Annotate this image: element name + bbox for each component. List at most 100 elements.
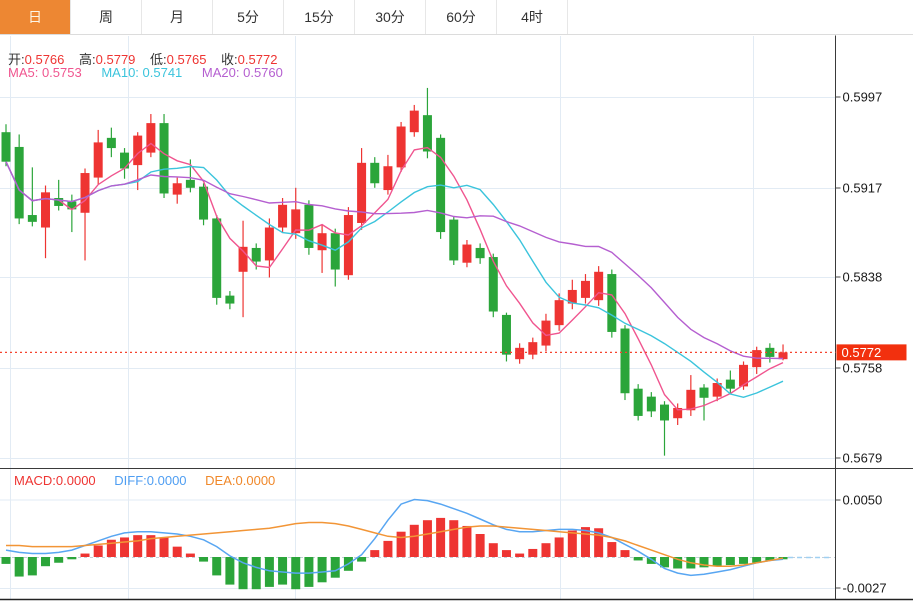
macd-histogram-bar xyxy=(620,550,630,557)
candle-body xyxy=(554,300,564,326)
candle-body xyxy=(660,404,669,421)
macd-histogram-bar xyxy=(554,537,564,557)
candle-body xyxy=(41,192,51,228)
candle-body xyxy=(264,227,274,261)
dea-value: DEA:0.0000 xyxy=(205,473,276,488)
candle-body xyxy=(80,173,90,213)
macd-histogram-bar xyxy=(159,537,169,557)
candle-body xyxy=(699,387,709,398)
macd-histogram-bar xyxy=(541,543,551,557)
ma5-value: MA5: 0.5753 xyxy=(8,65,82,80)
candle-body xyxy=(409,110,419,133)
candle-body xyxy=(501,314,511,355)
macd-histogram-bar xyxy=(27,557,37,576)
candle-body xyxy=(172,183,182,195)
candle-body xyxy=(620,328,630,394)
macd-histogram-bar xyxy=(488,543,498,557)
candle-body xyxy=(93,142,103,178)
macd-histogram-bar xyxy=(422,520,432,557)
candle-body xyxy=(330,233,340,270)
macd-histogram-bar xyxy=(330,557,340,578)
candle-body xyxy=(370,162,380,184)
macd-histogram-bar xyxy=(80,553,90,557)
macd-histogram-bar xyxy=(475,534,485,557)
macd-histogram-bar xyxy=(41,557,51,567)
candle-body xyxy=(251,247,261,262)
macd-histogram-bar xyxy=(396,531,406,557)
ma-legend: MA5: 0.5753 MA10: 0.5741 MA20: 0.5760 xyxy=(8,65,283,80)
macd-histogram-bar xyxy=(317,557,327,583)
macd-histogram-bar xyxy=(607,542,617,557)
macd-histogram-bar xyxy=(212,557,222,576)
candle-body xyxy=(159,123,169,194)
price-axis-label: 0.5758 xyxy=(843,361,883,376)
macd-histogram-bar xyxy=(370,550,380,557)
candle-body xyxy=(27,215,37,222)
tab-15min[interactable]: 15分 xyxy=(284,0,355,34)
price-axis-label: 0.5997 xyxy=(843,90,883,105)
candle-body xyxy=(488,257,498,312)
diff-value: DIFF:0.0000 xyxy=(114,473,187,488)
macd-histogram-bar xyxy=(739,557,749,564)
macd-histogram-bar xyxy=(54,557,64,563)
timeframe-tab-bar: 日周月 5分 15分 30分 60分 4时 xyxy=(0,0,913,35)
macd-histogram-bar xyxy=(501,550,511,557)
price-chart[interactable]: 0.5997 0.5917 0.5838 0.5758 0.5679 0.0050 -0.0… xyxy=(0,0,913,601)
macd-histogram-bar xyxy=(67,557,77,560)
candle-body xyxy=(357,162,367,223)
macd-value: MACD:0.0000 xyxy=(14,473,96,488)
macd-histogram-bar xyxy=(120,537,130,557)
macd-histogram-bar xyxy=(1,557,11,564)
ma5-line xyxy=(5,142,784,411)
price-axis-label: 0.5917 xyxy=(843,181,883,196)
macd-legend: MACD:0.0000 DIFF:0.0000 DEA:0.0000 xyxy=(14,473,275,488)
ma20-value: MA20: 0.5760 xyxy=(201,65,283,80)
tab-day[interactable]: 日 xyxy=(0,0,71,34)
tab-week[interactable]: 周 xyxy=(71,0,142,34)
ma10-value: MA10: 0.5741 xyxy=(101,65,183,80)
tab-5min[interactable]: 5分 xyxy=(213,0,284,34)
ma20-line xyxy=(5,161,784,360)
macd-histogram-bar xyxy=(278,557,288,585)
candle-body xyxy=(120,152,130,169)
macd-histogram-bar xyxy=(409,524,419,557)
macd-histogram-bar xyxy=(712,557,722,567)
candle-body xyxy=(422,115,432,152)
macd-axis-label: -0.0027 xyxy=(843,581,887,596)
macd-histogram-bar xyxy=(515,553,525,557)
candle-body xyxy=(212,218,222,298)
candle-body xyxy=(343,215,353,276)
tab-60min[interactable]: 60分 xyxy=(426,0,497,34)
macd-histogram-bar xyxy=(93,545,103,557)
macd-histogram-bar xyxy=(199,557,209,562)
macd-histogram-bar xyxy=(633,557,643,561)
tab-30min[interactable]: 30分 xyxy=(355,0,426,34)
macd-histogram-bar xyxy=(172,546,182,557)
ma10-line xyxy=(5,161,784,399)
macd-histogram-bar xyxy=(225,557,235,585)
macd-axis-label: 0.0050 xyxy=(843,493,883,508)
last-price-badge-text: 0.5772 xyxy=(842,345,882,360)
macd-histogram-bar xyxy=(462,525,472,557)
macd-histogram-bar xyxy=(383,540,393,557)
candle-body xyxy=(580,280,590,298)
candle-body xyxy=(146,123,156,153)
candle-body xyxy=(449,219,459,261)
tab-month[interactable]: 月 xyxy=(142,0,213,34)
candle-body xyxy=(383,166,393,191)
macd-histogram-bar xyxy=(304,557,314,587)
candle-body xyxy=(607,274,617,332)
macd-histogram-bar xyxy=(264,557,274,587)
candle-body xyxy=(396,126,406,168)
candle-body xyxy=(633,388,643,416)
tab-4hour[interactable]: 4时 xyxy=(497,0,568,34)
candle-body xyxy=(185,179,195,188)
candle-body xyxy=(725,379,735,389)
macd-histogram-bar xyxy=(725,557,735,566)
candle-body xyxy=(646,396,656,412)
macd-histogram-bar xyxy=(251,557,261,590)
candle-body xyxy=(278,204,288,228)
macd-histogram-bar xyxy=(133,535,143,557)
candle-body xyxy=(1,132,11,162)
candle-body xyxy=(686,389,696,411)
